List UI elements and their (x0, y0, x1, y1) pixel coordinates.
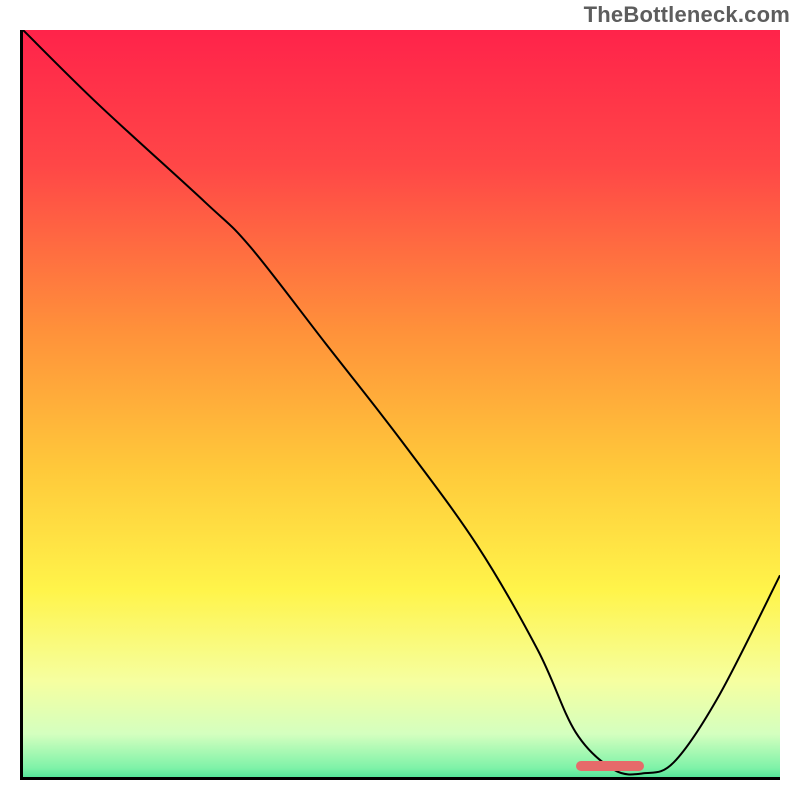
optimal-range-marker (576, 761, 644, 771)
plot-area (20, 30, 780, 780)
curve-layer (23, 30, 780, 777)
bottleneck-curve-path (23, 30, 780, 774)
chart-container: TheBottleneck.com (0, 0, 800, 800)
watermark-text: TheBottleneck.com (584, 2, 790, 28)
